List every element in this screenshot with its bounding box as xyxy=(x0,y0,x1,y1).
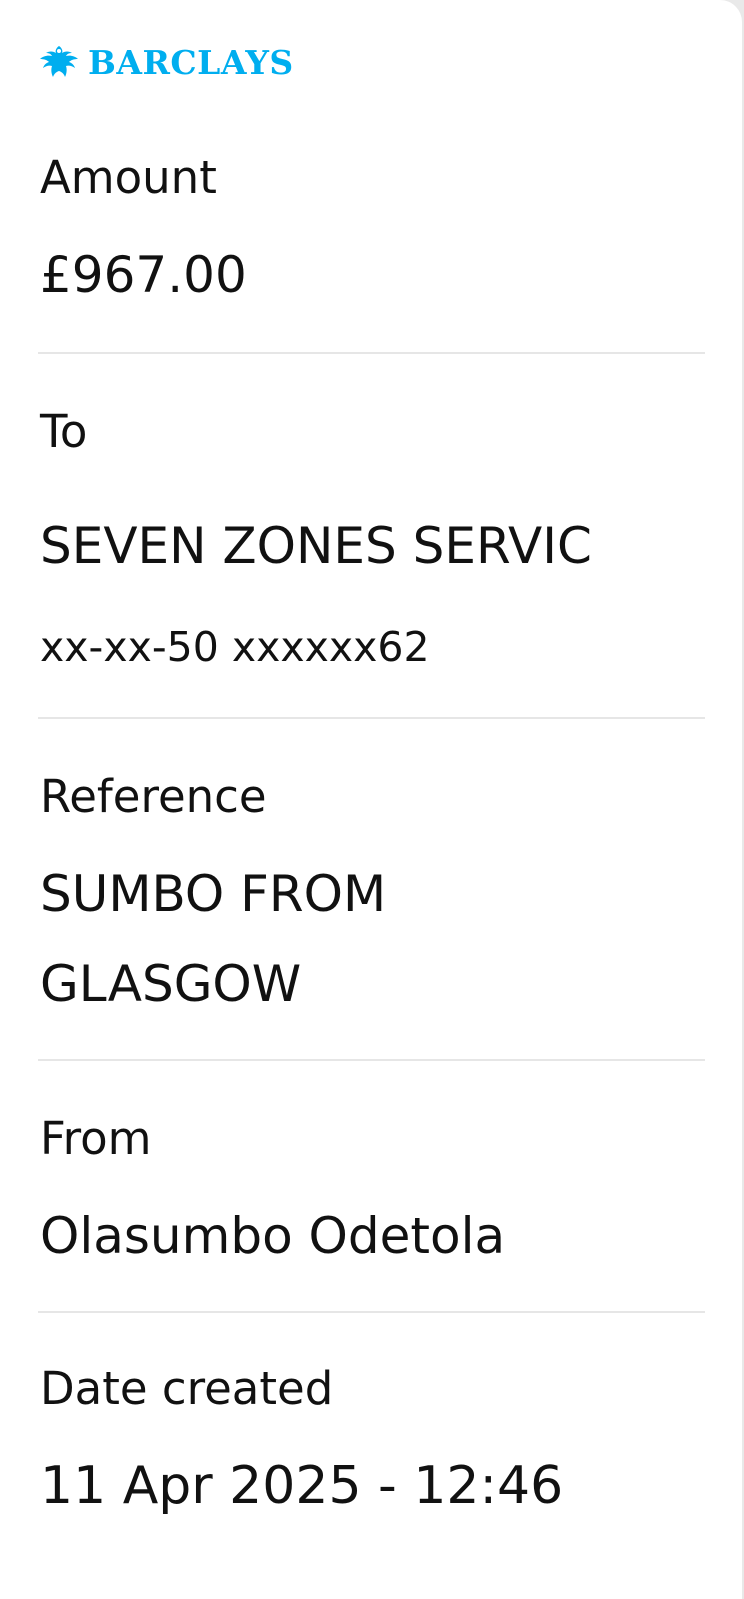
divider xyxy=(38,1311,705,1313)
reference-value-line1: SUMBO FROM xyxy=(40,865,387,923)
to-account-number: xx-xx-50 xxxxxx62 xyxy=(40,623,430,671)
reference-value-line2: GLASGOW xyxy=(40,955,302,1013)
date-created-value: 11 Apr 2025 - 12:46 xyxy=(40,1456,564,1516)
eagle-icon xyxy=(40,46,78,77)
amount-label: Amount xyxy=(40,151,217,204)
to-payee-name: SEVEN ZONES SERVIC xyxy=(40,517,592,575)
date-created-label: Date created xyxy=(40,1362,334,1415)
divider xyxy=(38,1059,705,1061)
barclays-logo: BARCLAYS xyxy=(38,42,294,84)
from-value: Olasumbo Odetola xyxy=(40,1207,506,1265)
to-label: To xyxy=(40,405,88,458)
payment-details-card: BARCLAYS Amount £967.00 To SEVEN ZONES S… xyxy=(0,0,742,1599)
reference-label: Reference xyxy=(40,770,267,823)
from-label: From xyxy=(40,1112,152,1165)
divider xyxy=(38,717,705,719)
brand-name: BARCLAYS xyxy=(88,43,294,82)
amount-value: £967.00 xyxy=(40,246,247,304)
divider xyxy=(38,352,705,354)
